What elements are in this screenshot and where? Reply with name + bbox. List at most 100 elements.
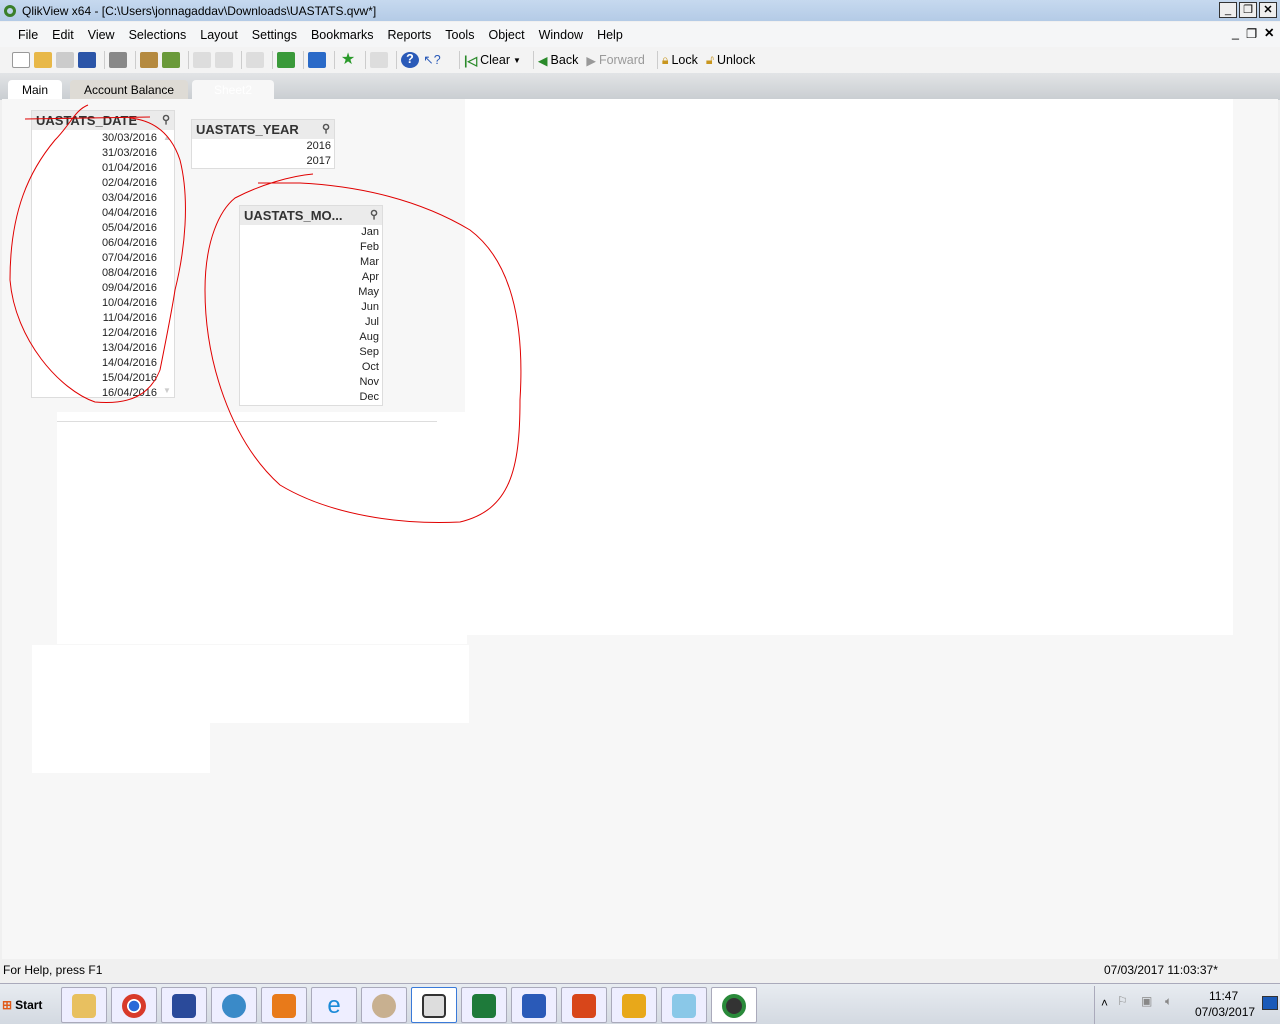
reload-icon[interactable] — [56, 52, 74, 68]
listbox-value[interactable]: 13/04/2016 — [32, 341, 160, 356]
show-hidden-icons-icon[interactable]: ˄ — [1101, 996, 1108, 1010]
listbox-value[interactable]: 2016 — [192, 139, 334, 154]
taskbar-app-window[interactable] — [411, 987, 457, 1023]
listbox-value[interactable]: 30/03/2016 — [32, 131, 160, 146]
listbox-value[interactable]: 14/04/2016 — [32, 356, 160, 371]
clock-date[interactable]: 07/03/2017 — [1195, 1005, 1255, 1019]
search-icon[interactable]: ⚲ — [162, 111, 170, 130]
menu-help[interactable]: Help — [597, 28, 623, 42]
unlock-button[interactable]: 🔓︎ Unlock — [706, 53, 755, 68]
tab-account-balance[interactable]: Account Balance — [70, 80, 189, 100]
network-icon[interactable]: ▣ — [1141, 994, 1152, 1008]
listbox-value[interactable]: 15/04/2016 — [32, 371, 160, 386]
edit-script-icon[interactable] — [140, 52, 158, 68]
listbox-value[interactable]: Mar — [240, 255, 382, 270]
new-icon[interactable] — [12, 52, 30, 68]
close-button[interactable]: ✕ — [1259, 2, 1277, 18]
taskbar-paint[interactable] — [361, 987, 407, 1023]
menu-bookmarks[interactable]: Bookmarks — [311, 28, 374, 42]
listbox-value[interactable]: May — [240, 285, 382, 300]
listbox-value[interactable]: 09/04/2016 — [32, 281, 160, 296]
listbox-value[interactable]: Jul — [240, 315, 382, 330]
menu-view[interactable]: View — [88, 28, 115, 42]
doc-close-button[interactable]: ✕ — [1264, 25, 1274, 40]
listbox-value[interactable]: 31/03/2016 — [32, 146, 160, 161]
minimize-button[interactable]: _ — [1219, 2, 1237, 18]
listbox-value[interactable]: 01/04/2016 — [32, 161, 160, 176]
taskbar-explorer[interactable] — [61, 987, 107, 1023]
start-button[interactable]: ⊞ Start — [2, 989, 52, 1021]
listbox-value[interactable]: Apr — [240, 270, 382, 285]
listbox-value[interactable]: 07/04/2016 — [32, 251, 160, 266]
listbox-value[interactable]: 2017 — [192, 154, 334, 169]
taskbar-remote-desktop[interactable] — [161, 987, 207, 1023]
redo-icon[interactable] — [215, 52, 233, 68]
taskbar-app[interactable] — [211, 987, 257, 1023]
taskbar-notepad[interactable] — [661, 987, 707, 1023]
bookmark-star-icon[interactable]: ★ — [339, 52, 357, 68]
taskbar-internet-explorer[interactable]: e — [311, 987, 357, 1023]
menu-window[interactable]: Window — [539, 28, 583, 42]
taskbar-powerpoint[interactable] — [561, 987, 607, 1023]
help-icon[interactable]: ? — [401, 52, 419, 68]
menu-tools[interactable]: Tools — [445, 28, 474, 42]
flag-icon[interactable]: ⚐ — [1117, 994, 1128, 1008]
search-icon[interactable]: ⚲ — [322, 120, 330, 139]
taskbar-excel[interactable] — [461, 987, 507, 1023]
print-icon[interactable] — [109, 52, 127, 68]
show-desktop-icon[interactable] — [1262, 996, 1278, 1010]
listbox-value[interactable]: 10/04/2016 — [32, 296, 160, 311]
taskbar-qlikview[interactable] — [711, 987, 757, 1023]
listbox-value[interactable]: 05/04/2016 — [32, 221, 160, 236]
clock-time[interactable]: 11:47 — [1209, 989, 1238, 1003]
undo-icon[interactable] — [193, 52, 211, 68]
listbox-uastats-date[interactable]: UASTATS_DATE ⚲ 30/03/2016 31/03/2016 01/04/… — [31, 110, 175, 401]
tab-main[interactable]: Main — [8, 80, 63, 100]
search-icon[interactable]: ⚲ — [370, 206, 378, 225]
taskbar-outlook[interactable] — [611, 987, 657, 1023]
listbox-value[interactable]: Sep — [240, 345, 382, 360]
listbox-value[interactable]: Nov — [240, 375, 382, 390]
context-help-icon[interactable]: ↖? — [423, 52, 441, 68]
clear-button[interactable]: |◁ Clear ▼ — [464, 53, 521, 68]
listbox-value[interactable]: 16/04/2016 — [32, 386, 160, 401]
listbox-value[interactable]: 03/04/2016 — [32, 191, 160, 206]
taskbar-media-player[interactable] — [261, 987, 307, 1023]
menu-selections[interactable]: Selections — [129, 28, 187, 42]
new-chart-icon[interactable] — [308, 52, 326, 68]
doc-restore-button[interactable]: ❐ — [1246, 26, 1257, 41]
listbox-value[interactable]: 02/04/2016 — [32, 176, 160, 191]
listbox-value[interactable]: 04/04/2016 — [32, 206, 160, 221]
save-icon[interactable] — [78, 52, 96, 68]
listbox-value[interactable]: Jan — [240, 225, 382, 240]
taskbar-chrome[interactable] — [111, 987, 157, 1023]
search-icon[interactable] — [246, 52, 264, 68]
scrollbar[interactable]: ▲ ▼ — [163, 133, 173, 395]
menu-object[interactable]: Object — [488, 28, 524, 42]
menu-layout[interactable]: Layout — [200, 28, 238, 42]
menu-file[interactable]: File — [18, 28, 38, 42]
doc-minimize-button[interactable]: _ — [1232, 26, 1239, 40]
menu-edit[interactable]: Edit — [52, 28, 74, 42]
listbox-value[interactable]: Oct — [240, 360, 382, 375]
listbox-value[interactable]: 12/04/2016 — [32, 326, 160, 341]
listbox-value[interactable]: Dec — [240, 390, 382, 405]
forward-button[interactable]: ▶ Forward — [586, 53, 644, 68]
lock-button[interactable]: 🔒︎ Lock — [662, 53, 698, 68]
current-selections-icon[interactable] — [277, 52, 295, 68]
listbox-value[interactable]: Feb — [240, 240, 382, 255]
listbox-value[interactable]: 11/04/2016 — [32, 311, 160, 326]
open-icon[interactable] — [34, 52, 52, 68]
restore-button[interactable]: ❐ — [1239, 2, 1257, 18]
properties-icon[interactable] — [370, 52, 388, 68]
listbox-value[interactable]: Aug — [240, 330, 382, 345]
listbox-uastats-year[interactable]: UASTATS_YEAR ⚲ 2016 2017 — [191, 119, 335, 169]
volume-icon[interactable]: 🔈︎ — [1165, 994, 1172, 1009]
taskbar-word[interactable] — [511, 987, 557, 1023]
listbox-value[interactable]: Jun — [240, 300, 382, 315]
listbox-uastats-month[interactable]: UASTATS_MO... ⚲ Jan Feb Mar Apr May Jun Jul Aug S… — [239, 205, 383, 406]
menu-settings[interactable]: Settings — [252, 28, 297, 42]
tab-sheet2[interactable]: Sheet2 — [192, 80, 274, 100]
listbox-value[interactable]: 08/04/2016 — [32, 266, 160, 281]
back-button[interactable]: ◀ Back — [538, 53, 578, 68]
